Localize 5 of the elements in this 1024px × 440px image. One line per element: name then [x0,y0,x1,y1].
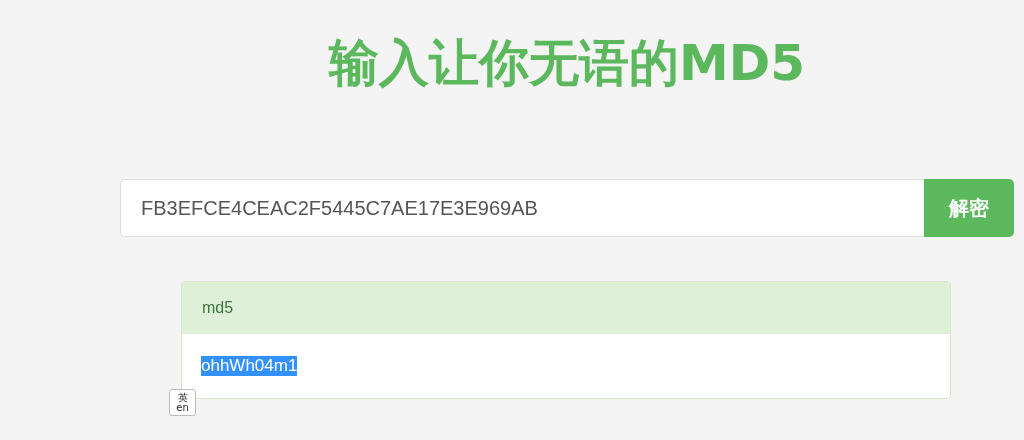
result-text: ohhWh04m1 [201,356,298,376]
ime-toggle-button[interactable]: 英 en [169,389,196,416]
page-title: 输入让你无语的MD5 [328,33,806,94]
panel-heading: md5 [182,282,950,334]
hash-input-field[interactable]: FB3EFCE4CEAC2F5445C7AE17E3E969AB [120,179,924,237]
